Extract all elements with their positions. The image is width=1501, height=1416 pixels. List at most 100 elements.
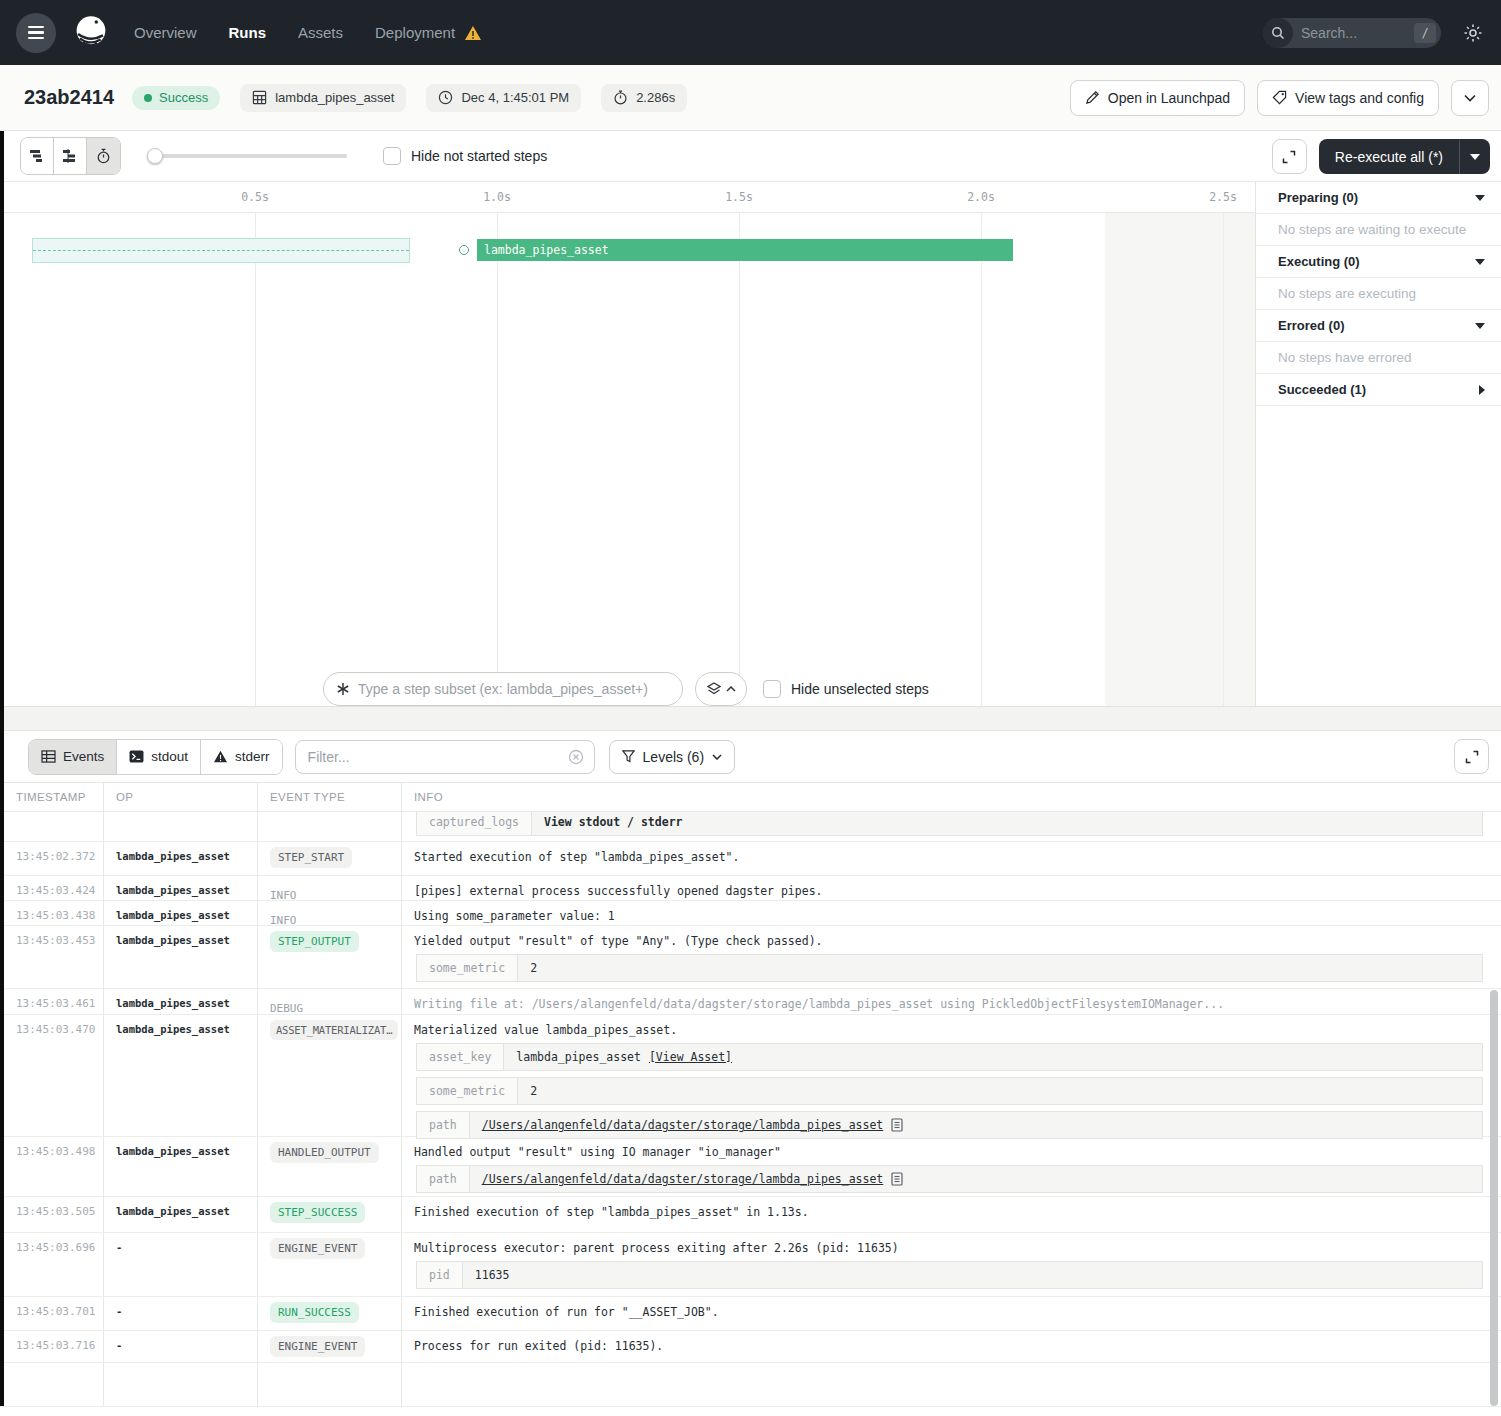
- tab-events[interactable]: Events: [29, 740, 117, 774]
- step-subset-input[interactable]: [358, 681, 670, 697]
- panel-section-executing[interactable]: Executing (0): [1256, 246, 1501, 278]
- log-row[interactable]: 13:45:03.498 lambda_pipes_asset HANDLED_…: [0, 1137, 1501, 1197]
- job-name-pill[interactable]: lambda_pipes_asset: [240, 84, 406, 112]
- event-type-badge: ENGINE_EVENT: [270, 1238, 365, 1259]
- panel-section-succeeded[interactable]: Succeeded (1): [1256, 374, 1501, 406]
- table-icon: [41, 750, 56, 763]
- nav-item-deployment[interactable]: Deployment: [375, 24, 455, 41]
- event-type-badge: ENGINE_EVENT: [270, 1336, 365, 1357]
- log-expand-button[interactable]: [1454, 739, 1489, 774]
- hide-not-started-label: Hide not started steps: [411, 148, 547, 164]
- copy-icon[interactable]: [891, 1118, 903, 1132]
- gantt-expand-button[interactable]: [1272, 139, 1307, 174]
- flat-view-button[interactable]: [21, 138, 54, 174]
- col-info: INFO: [402, 783, 1501, 811]
- event-type-badge: ASSET_MATERIALIZAT…: [270, 1020, 398, 1040]
- reexecute-all-button[interactable]: Re-execute all (*): [1319, 139, 1490, 174]
- run-datetime-pill: Dec 4, 1:45:01 PM: [426, 84, 581, 112]
- panel-resize-divider[interactable]: [0, 707, 1501, 731]
- log-row[interactable]: 13:45:03.424 lambda_pipes_asset INFO [pi…: [0, 876, 1501, 901]
- nav-item-assets[interactable]: Assets: [298, 24, 343, 41]
- hamburger-menu-button[interactable]: [16, 13, 56, 53]
- timeline-tick: 0.5s: [241, 190, 269, 204]
- copy-icon[interactable]: [891, 1172, 903, 1186]
- log-tabs: Events stdout stderr: [28, 739, 283, 775]
- zoom-slider-knob[interactable]: [147, 148, 163, 164]
- log-row[interactable]: 13:45:03.701 - RUN_SUCCESS Finished exec…: [0, 1297, 1501, 1331]
- view-tags-config-button[interactable]: View tags and config: [1257, 80, 1439, 116]
- log-row[interactable]: 13:45:03.438 lambda_pipes_asset INFO Usi…: [0, 901, 1501, 926]
- levels-dropdown-button[interactable]: Levels (6): [609, 740, 735, 774]
- reexecute-dropdown-button[interactable]: [1460, 154, 1490, 160]
- step-layers-button[interactable]: [695, 672, 747, 706]
- nav-item-runs[interactable]: Runs: [229, 24, 267, 41]
- log-row-empty: [0, 1363, 1501, 1407]
- log-filter-input[interactable]: [308, 749, 568, 765]
- run-actions-dropdown-button[interactable]: [1451, 80, 1489, 116]
- log-row[interactable]: 13:45:03.453 lambda_pipes_asset STEP_OUT…: [0, 926, 1501, 989]
- window-left-edge: [0, 131, 4, 1406]
- search-input[interactable]: Search... /: [1263, 18, 1441, 48]
- warning-icon: [213, 750, 228, 763]
- step-subset-inputbox[interactable]: [323, 672, 683, 706]
- gantt-section: Hide not started steps Re-execute all (*…: [0, 131, 1501, 707]
- log-row[interactable]: captured_logsView stdout / stderr: [0, 812, 1501, 842]
- log-table-header: TIMESTAMP OP EVENT TYPE INFO: [0, 782, 1501, 812]
- search-shortcut-badge: /: [1414, 23, 1436, 43]
- timeline-tick: 2.0s: [967, 190, 995, 204]
- expand-icon: [1281, 149, 1297, 165]
- log-row[interactable]: 13:45:03.470 lambda_pipes_asset ASSET_MA…: [0, 1015, 1501, 1137]
- hide-not-started-checkbox[interactable]: [383, 147, 401, 165]
- expand-arrow-icon: [1479, 385, 1485, 395]
- status-dot-icon: [144, 94, 152, 102]
- timeline-tick: 2.5s: [1209, 190, 1237, 204]
- view-logs-link[interactable]: View stdout / stderr: [544, 815, 682, 829]
- log-row[interactable]: 13:45:03.505 lambda_pipes_asset STEP_SUC…: [0, 1197, 1501, 1233]
- event-type-badge: HANDLED_OUTPUT: [270, 1142, 379, 1163]
- chevron-down-icon: [1464, 94, 1476, 102]
- panel-section-preparing[interactable]: Preparing (0): [1256, 182, 1501, 214]
- path-link[interactable]: /Users/alangenfeld/data/dagster/storage/…: [482, 1172, 884, 1186]
- beyond-run-shade: [1105, 213, 1255, 706]
- step-start-marker: [459, 245, 469, 255]
- gantt-view-toggle-group: [20, 137, 121, 175]
- collapse-arrow-icon: [1475, 195, 1485, 201]
- asterisk-icon: [336, 682, 350, 696]
- col-event-type: EVENT TYPE: [258, 783, 402, 811]
- zoom-slider[interactable]: [147, 148, 347, 164]
- log-toolbar: Events stdout stderr Levels (6): [0, 731, 1501, 782]
- settings-gear-icon[interactable]: [1463, 23, 1483, 43]
- job-grid-icon: [252, 90, 267, 105]
- timeline-tick: 1.0s: [483, 190, 511, 204]
- tab-stdout[interactable]: stdout: [117, 740, 201, 774]
- col-timestamp: TIMESTAMP: [0, 783, 104, 811]
- panel-section-errored[interactable]: Errored (0): [1256, 310, 1501, 342]
- clear-filter-icon[interactable]: [568, 749, 584, 765]
- log-row[interactable]: 13:45:03.461 lambda_pipes_asset DEBUG Wr…: [0, 989, 1501, 1015]
- gantt-toolbar: Hide not started steps Re-execute all (*…: [0, 131, 1501, 182]
- waterfall-view-button[interactable]: [54, 138, 87, 174]
- tab-stderr[interactable]: stderr: [201, 740, 282, 774]
- timed-view-button[interactable]: [87, 138, 120, 174]
- log-scrollbar-thumb[interactable]: [1490, 990, 1498, 1406]
- timer-icon: [613, 90, 628, 105]
- nav-item-overview[interactable]: Overview: [134, 24, 197, 41]
- path-link[interactable]: /Users/alangenfeld/data/dagster/storage/…: [482, 1118, 884, 1132]
- hide-unselected-checkbox[interactable]: [763, 680, 781, 698]
- dagster-logo-icon[interactable]: [68, 10, 114, 56]
- tag-icon: [1272, 90, 1287, 105]
- gantt-step-bar[interactable]: lambda_pipes_asset: [477, 239, 1013, 261]
- log-row[interactable]: 13:45:02.372 lambda_pipes_asset STEP_STA…: [0, 842, 1501, 876]
- log-row[interactable]: 13:45:03.716 - ENGINE_EVENT Process for …: [0, 1331, 1501, 1363]
- step-waiting-box: [32, 238, 410, 263]
- open-in-launchpad-button[interactable]: Open in Launchpad: [1070, 80, 1245, 116]
- log-row[interactable]: 13:45:03.696 - ENGINE_EVENT Multiprocess…: [0, 1233, 1501, 1297]
- panel-empty-row: No steps have errored: [1256, 342, 1501, 374]
- run-duration-pill: 2.286s: [601, 84, 687, 112]
- chevron-down-icon: [1470, 154, 1480, 160]
- panel-empty-row: No steps are executing: [1256, 278, 1501, 310]
- event-type-badge: STEP_OUTPUT: [270, 931, 359, 952]
- log-filter-box[interactable]: [295, 740, 595, 774]
- terminal-icon: [129, 750, 144, 763]
- view-asset-link[interactable]: [View Asset]: [649, 1050, 732, 1064]
